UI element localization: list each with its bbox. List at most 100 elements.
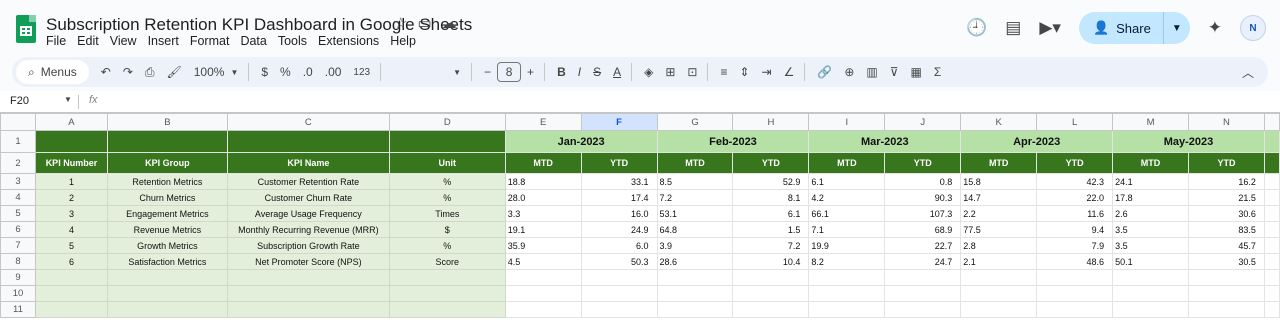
row-header[interactable]: 4 <box>0 189 36 206</box>
cell[interactable] <box>808 285 886 302</box>
cell[interactable]: 53.1 <box>656 205 734 222</box>
cell[interactable] <box>106 269 228 286</box>
cell[interactable]: Growth Metrics <box>106 237 228 254</box>
move-folder-icon[interactable]: ▭ <box>417 14 431 32</box>
cell[interactable]: Retention Metrics <box>106 173 228 190</box>
cell[interactable] <box>34 269 108 286</box>
cell[interactable]: 2.6 <box>1112 205 1189 222</box>
cell[interactable]: 52.9 <box>732 173 810 190</box>
cell[interactable] <box>226 285 390 302</box>
row-header-1[interactable]: 1 <box>0 130 36 153</box>
font-family-chevron-down-icon[interactable]: ▼ <box>453 68 461 77</box>
paint-format-icon[interactable]: 🖌 <box>167 65 182 79</box>
cell[interactable]: 5 <box>34 237 108 254</box>
column-header-c[interactable]: C <box>226 113 390 131</box>
text-rotation-icon[interactable]: ∠ <box>784 65 795 79</box>
cell[interactable]: 17.4 <box>580 189 658 206</box>
cell[interactable] <box>732 269 810 286</box>
cell[interactable]: 1.5 <box>732 221 810 238</box>
cell[interactable] <box>1036 301 1114 318</box>
cell[interactable]: 7.9 <box>1036 237 1114 254</box>
column-header-b[interactable]: B <box>106 113 228 131</box>
cell[interactable]: 8.2 <box>808 253 886 270</box>
insert-link-icon[interactable]: 🔗 <box>817 65 832 79</box>
header-kpi-number[interactable]: KPI Number <box>34 152 108 174</box>
cell[interactable] <box>34 301 108 318</box>
cell[interactable]: 3.3 <box>504 205 582 222</box>
menu-file[interactable]: File <box>46 34 72 48</box>
cell[interactable]: 0.8 <box>884 173 962 190</box>
cell[interactable]: 2.2 <box>960 205 1038 222</box>
version-history-icon[interactable]: 🕘 <box>966 18 987 38</box>
cell[interactable]: % <box>388 237 506 254</box>
cell[interactable] <box>1188 269 1265 286</box>
increase-decimal-button[interactable]: .00 <box>325 65 342 79</box>
cell[interactable]: 22.7 <box>884 237 962 254</box>
row-header-2[interactable]: 2 <box>0 152 36 174</box>
strikethrough-button[interactable]: S <box>593 65 601 79</box>
cell[interactable]: 7.2 <box>732 237 810 254</box>
cell[interactable]: Times <box>388 205 506 222</box>
text-wrapping-icon[interactable]: ⇥ <box>762 65 772 79</box>
header-ytd[interactable]: YTD <box>1188 152 1265 174</box>
cell[interactable] <box>732 301 810 318</box>
cell[interactable] <box>388 130 506 153</box>
menu-tools[interactable]: Tools <box>278 34 313 48</box>
cell[interactable]: Average Usage Frequency <box>226 205 390 222</box>
search-menus-button[interactable]: ⌕ Menus <box>16 60 89 84</box>
cell[interactable]: 4.2 <box>808 189 886 206</box>
cell[interactable]: 3.9 <box>656 237 734 254</box>
header-unit[interactable]: Unit <box>388 152 506 174</box>
cell[interactable]: 19.1 <box>504 221 582 238</box>
cell[interactable]: 4 <box>34 221 108 238</box>
cell[interactable]: 8.1 <box>732 189 810 206</box>
column-header-i[interactable]: I <box>808 113 886 131</box>
cell[interactable]: Satisfaction Metrics <box>106 253 228 270</box>
share-dropdown-icon[interactable]: ▼ <box>1164 23 1190 34</box>
cell[interactable]: 107.3 <box>884 205 962 222</box>
cell[interactable]: Revenue Metrics <box>106 221 228 238</box>
menu-view[interactable]: View <box>110 34 143 48</box>
filter-views-icon[interactable]: ▦ <box>911 65 922 79</box>
cell[interactable]: 28.0 <box>504 189 582 206</box>
column-header-m[interactable]: M <box>1112 113 1189 131</box>
name-box-chevron-down-icon[interactable]: ▼ <box>64 95 72 104</box>
cell[interactable] <box>656 269 734 286</box>
header-kpi-name[interactable]: KPI Name <box>226 152 390 174</box>
cell[interactable]: Churn Metrics <box>106 189 228 206</box>
cell[interactable]: 24.1 <box>1112 173 1189 190</box>
row-header[interactable]: 7 <box>0 237 36 254</box>
menu-data[interactable]: Data <box>240 34 272 48</box>
cell[interactable] <box>1036 285 1114 302</box>
cell[interactable] <box>1263 205 1280 222</box>
row-header[interactable]: 8 <box>0 253 36 270</box>
row-header[interactable]: 6 <box>0 221 36 238</box>
cell[interactable] <box>1112 269 1189 286</box>
cell[interactable] <box>808 301 886 318</box>
borders-icon[interactable]: ⊞ <box>665 65 675 79</box>
cell[interactable]: 33.1 <box>580 173 658 190</box>
cell[interactable] <box>1263 237 1280 254</box>
menu-edit[interactable]: Edit <box>77 34 105 48</box>
star-icon[interactable]: ☆ <box>394 14 407 32</box>
avatar[interactable]: N <box>1240 15 1266 41</box>
cell[interactable]: 28.6 <box>656 253 734 270</box>
cell[interactable] <box>1263 173 1280 190</box>
cell[interactable]: 1 <box>34 173 108 190</box>
cell[interactable]: 15.8 <box>960 173 1038 190</box>
cell[interactable] <box>656 301 734 318</box>
cell[interactable] <box>226 130 390 153</box>
text-color-button[interactable]: A <box>613 65 621 79</box>
header-mtd[interactable]: MTD <box>1112 152 1189 174</box>
cell[interactable]: 6 <box>34 253 108 270</box>
currency-format-button[interactable]: $ <box>261 65 268 79</box>
cell[interactable] <box>106 285 228 302</box>
insert-comment-icon[interactable]: ⊕ <box>844 65 854 79</box>
cell[interactable] <box>1188 301 1265 318</box>
column-header-h[interactable]: H <box>732 113 810 131</box>
cell[interactable]: 45.7 <box>1188 237 1265 254</box>
redo-icon[interactable]: ↷ <box>123 65 133 79</box>
header-mtd[interactable]: MTD <box>504 152 582 174</box>
header-kpi-group[interactable]: KPI Group <box>106 152 228 174</box>
decrease-decimal-button[interactable]: .0 <box>303 65 313 79</box>
